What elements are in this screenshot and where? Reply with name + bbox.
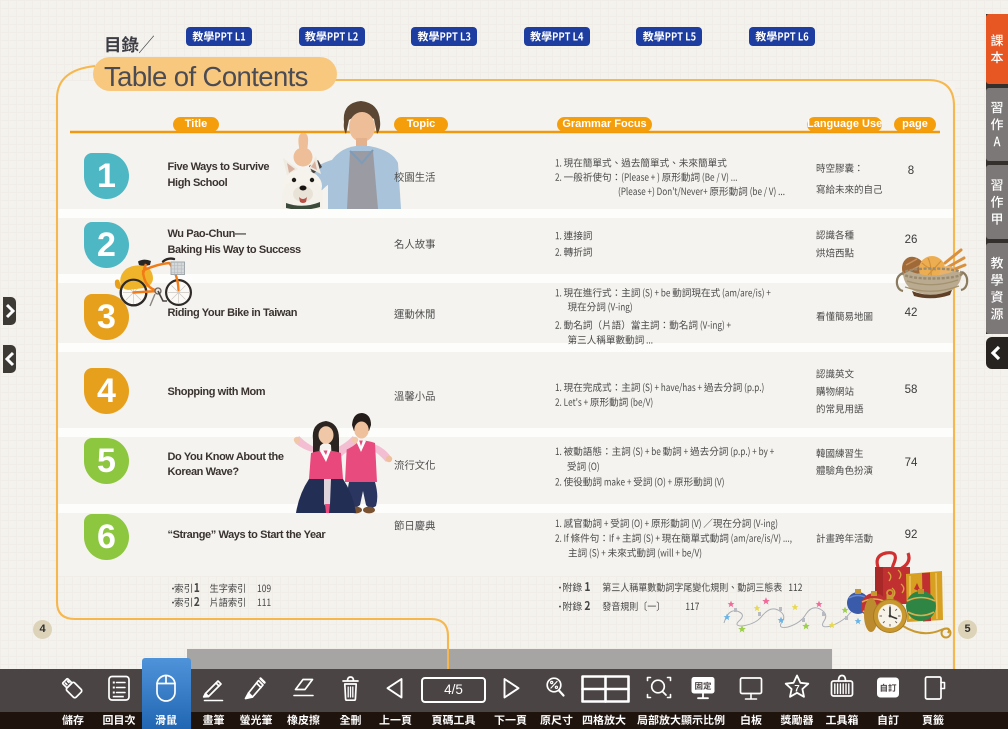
svg-text:7: 7 (794, 684, 799, 695)
